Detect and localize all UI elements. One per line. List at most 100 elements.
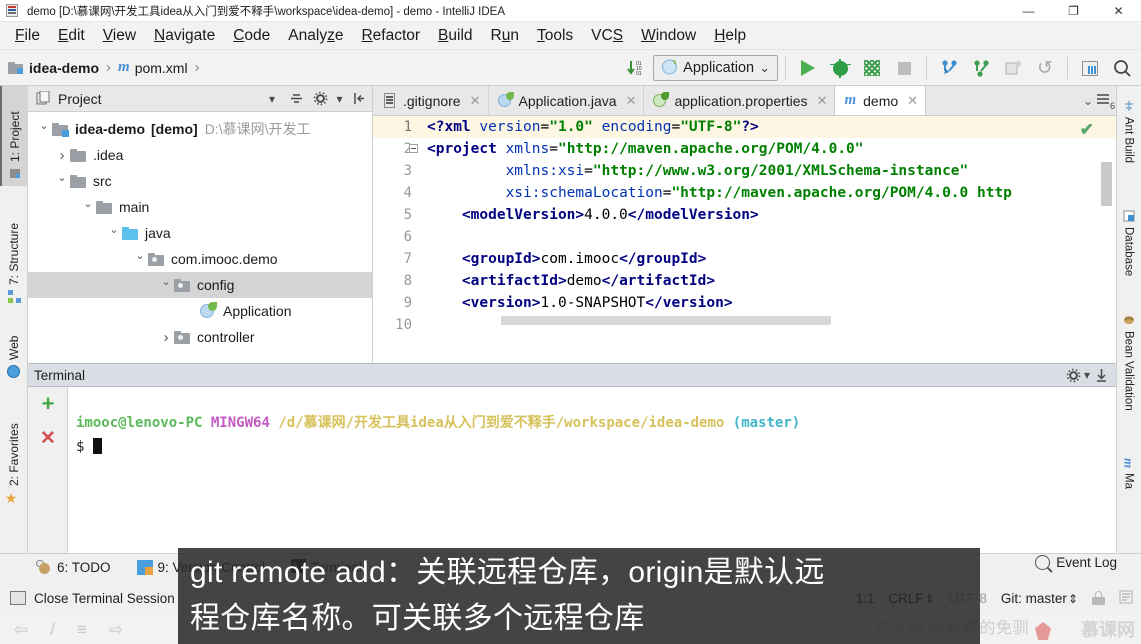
menu-window[interactable]: Window (632, 24, 705, 48)
close-button[interactable]: ✕ (1096, 0, 1141, 22)
tree-node-idea[interactable]: .idea (28, 142, 372, 168)
chevron-down-icon[interactable] (80, 201, 96, 214)
sidebar-item-bean-validation[interactable]: Bean Validation (1116, 308, 1141, 436)
tab-gitignore[interactable]: .gitignore ✕ (373, 86, 489, 115)
stop-icon[interactable] (889, 54, 919, 82)
sidebar-item-web[interactable]: Web (0, 316, 28, 384)
tab-application-java[interactable]: Application.java ✕ (488, 86, 645, 115)
tree-node-java[interactable]: java (28, 220, 372, 246)
update-project-icon[interactable]: 01 10 01 (621, 54, 651, 82)
editor-text-area[interactable]: <?xml version="1.0" encoding="UTF-8"?> <… (421, 116, 1116, 363)
event-log-button[interactable]: Event Log (1035, 555, 1117, 570)
hide-panel-icon[interactable] (350, 90, 368, 108)
close-icon[interactable]: ✕ (907, 93, 918, 109)
vcs-commit-icon[interactable] (966, 54, 996, 82)
settings-gear-icon[interactable] (1064, 366, 1082, 384)
menu-refactor[interactable]: Refactor (352, 24, 429, 48)
back-arrow-icon[interactable]: ⇦ (14, 620, 28, 640)
menu-analyze[interactable]: Analyze (279, 24, 352, 48)
editor-scrollbar[interactable] (1101, 162, 1112, 206)
read-only-lock-icon[interactable] (1092, 591, 1105, 605)
menu-edit[interactable]: Edit (49, 24, 94, 48)
chevron-down-small-icon[interactable]: ▾ (335, 90, 344, 108)
menu-build[interactable]: Build (429, 24, 481, 48)
chevron-down-icon[interactable] (36, 123, 52, 136)
slash-icon[interactable]: / (50, 620, 55, 640)
tab-list-icon[interactable]: 6 (1096, 92, 1115, 111)
tree-node-config[interactable]: config (28, 272, 372, 298)
project-tree[interactable]: idea-demo [demo] D:\慕课网\开发工 .idea src ma… (28, 112, 372, 363)
chevron-down-icon[interactable] (54, 175, 70, 188)
project-icon (9, 167, 22, 180)
menu-file[interactable]: File (6, 24, 49, 48)
tree-label-java: java (145, 225, 171, 241)
tab-application-properties[interactable]: application.properties ✕ (644, 86, 836, 115)
tree-node-com-imooc-demo[interactable]: com.imooc.demo (28, 246, 372, 272)
chevron-down-icon[interactable] (132, 253, 148, 266)
sidebar-item-favorites[interactable]: ★ 2: Favorites (0, 392, 28, 510)
run-configuration-selector[interactable]: Application ⌄ (653, 55, 778, 81)
menu-help[interactable]: Help (705, 24, 755, 48)
terminal-header: Terminal ▾ (28, 363, 1116, 387)
code-editor[interactable]: 1 2 3 4 5 6 7 8 9 10 <?xml version="1.0"… (373, 116, 1116, 363)
git-branch-widget[interactable]: Git: master (1001, 591, 1078, 606)
search-everywhere-icon[interactable] (1107, 54, 1137, 82)
database-icon[interactable] (1075, 54, 1105, 82)
bottom-tab-todo[interactable]: 6: TODO (36, 560, 111, 575)
chevron-down-icon[interactable] (158, 279, 174, 292)
close-icon[interactable]: ✕ (626, 93, 637, 109)
close-icon[interactable]: ✕ (470, 93, 481, 109)
menu-vcs[interactable]: VCS (582, 24, 632, 48)
inspection-status-icon[interactable]: ✔ (1080, 120, 1094, 140)
close-terminal-session-status[interactable]: Close Terminal Session (10, 591, 175, 606)
chevron-down-icon[interactable] (106, 227, 122, 240)
menu-view[interactable]: View (94, 24, 145, 48)
new-terminal-session-button[interactable]: + (28, 387, 68, 421)
tree-node-controller[interactable]: controller (28, 324, 372, 350)
breadcrumb-project[interactable]: idea-demo (8, 60, 99, 76)
breadcrumb-file[interactable]: m pom.xml (118, 59, 188, 76)
menu-code[interactable]: Code (224, 24, 279, 48)
sidebar-item-maven[interactable]: m Ma (1116, 452, 1141, 504)
debug-icon[interactable] (825, 54, 855, 82)
horizontal-scrollbar[interactable] (501, 316, 831, 325)
maximize-button[interactable]: ❐ (1051, 0, 1096, 22)
chevron-down-icon[interactable]: ⌄ (759, 60, 770, 76)
sidebar-item-structure[interactable]: 7: Structure (0, 194, 28, 309)
sidebar-item-project[interactable]: 1: Project (0, 86, 28, 186)
menu-run[interactable]: Run (482, 24, 528, 48)
menu-tools[interactable]: Tools (528, 24, 582, 48)
settings-gear-icon[interactable] (311, 90, 329, 108)
chevron-right-icon[interactable] (54, 147, 70, 164)
sidebar-item-database[interactable]: Database (1116, 204, 1141, 292)
run-icon[interactable] (793, 54, 823, 82)
chevron-down-small-icon[interactable]: ▾ (1082, 366, 1092, 384)
vcs-update-icon[interactable] (934, 54, 964, 82)
close-terminal-session-button[interactable]: ✕ (28, 421, 68, 455)
minimize-button[interactable]: — (1006, 0, 1051, 22)
ide-status-icon[interactable] (1119, 590, 1133, 607)
close-icon[interactable]: ✕ (817, 93, 828, 109)
tree-node-application[interactable]: Application (28, 298, 372, 324)
vcs-rollback-icon[interactable]: ↺ (1030, 54, 1060, 82)
terminal-output[interactable]: imooc@lenovo-PC MINGW64 /d/慕课网/开发工具idea从… (68, 387, 1116, 553)
code-fold-icon[interactable] (409, 144, 418, 153)
tree-node-src[interactable]: src (28, 168, 372, 194)
chevron-down-icon[interactable]: ▾ (263, 90, 281, 108)
chevron-right-icon[interactable] (158, 329, 174, 346)
tree-node-idea-demo[interactable]: idea-demo [demo] D:\慕课网\开发工 (28, 116, 372, 142)
editor-gutter[interactable]: 1 2 3 4 5 6 7 8 9 10 (373, 116, 421, 363)
vcs-push-icon[interactable] (998, 54, 1028, 82)
run-with-coverage-icon[interactable] (857, 54, 887, 82)
chevron-down-icon[interactable]: ⌄ (1083, 94, 1093, 108)
collapse-all-icon[interactable] (287, 90, 305, 108)
tree-node-main[interactable]: main (28, 194, 372, 220)
lines-icon[interactable]: ≡ (77, 620, 87, 640)
sidebar-item-ant-build[interactable]: Ant Build (1116, 94, 1141, 186)
bottom-tab-label-todo: 6: TODO (57, 560, 111, 575)
terminal-input-line[interactable]: $ (76, 435, 1116, 459)
menu-navigate[interactable]: Navigate (145, 24, 224, 48)
tab-demo[interactable]: m demo ✕ (835, 86, 927, 115)
hide-panel-icon[interactable] (1092, 366, 1110, 384)
forward-arrow-icon[interactable]: ⇨ (109, 620, 123, 640)
